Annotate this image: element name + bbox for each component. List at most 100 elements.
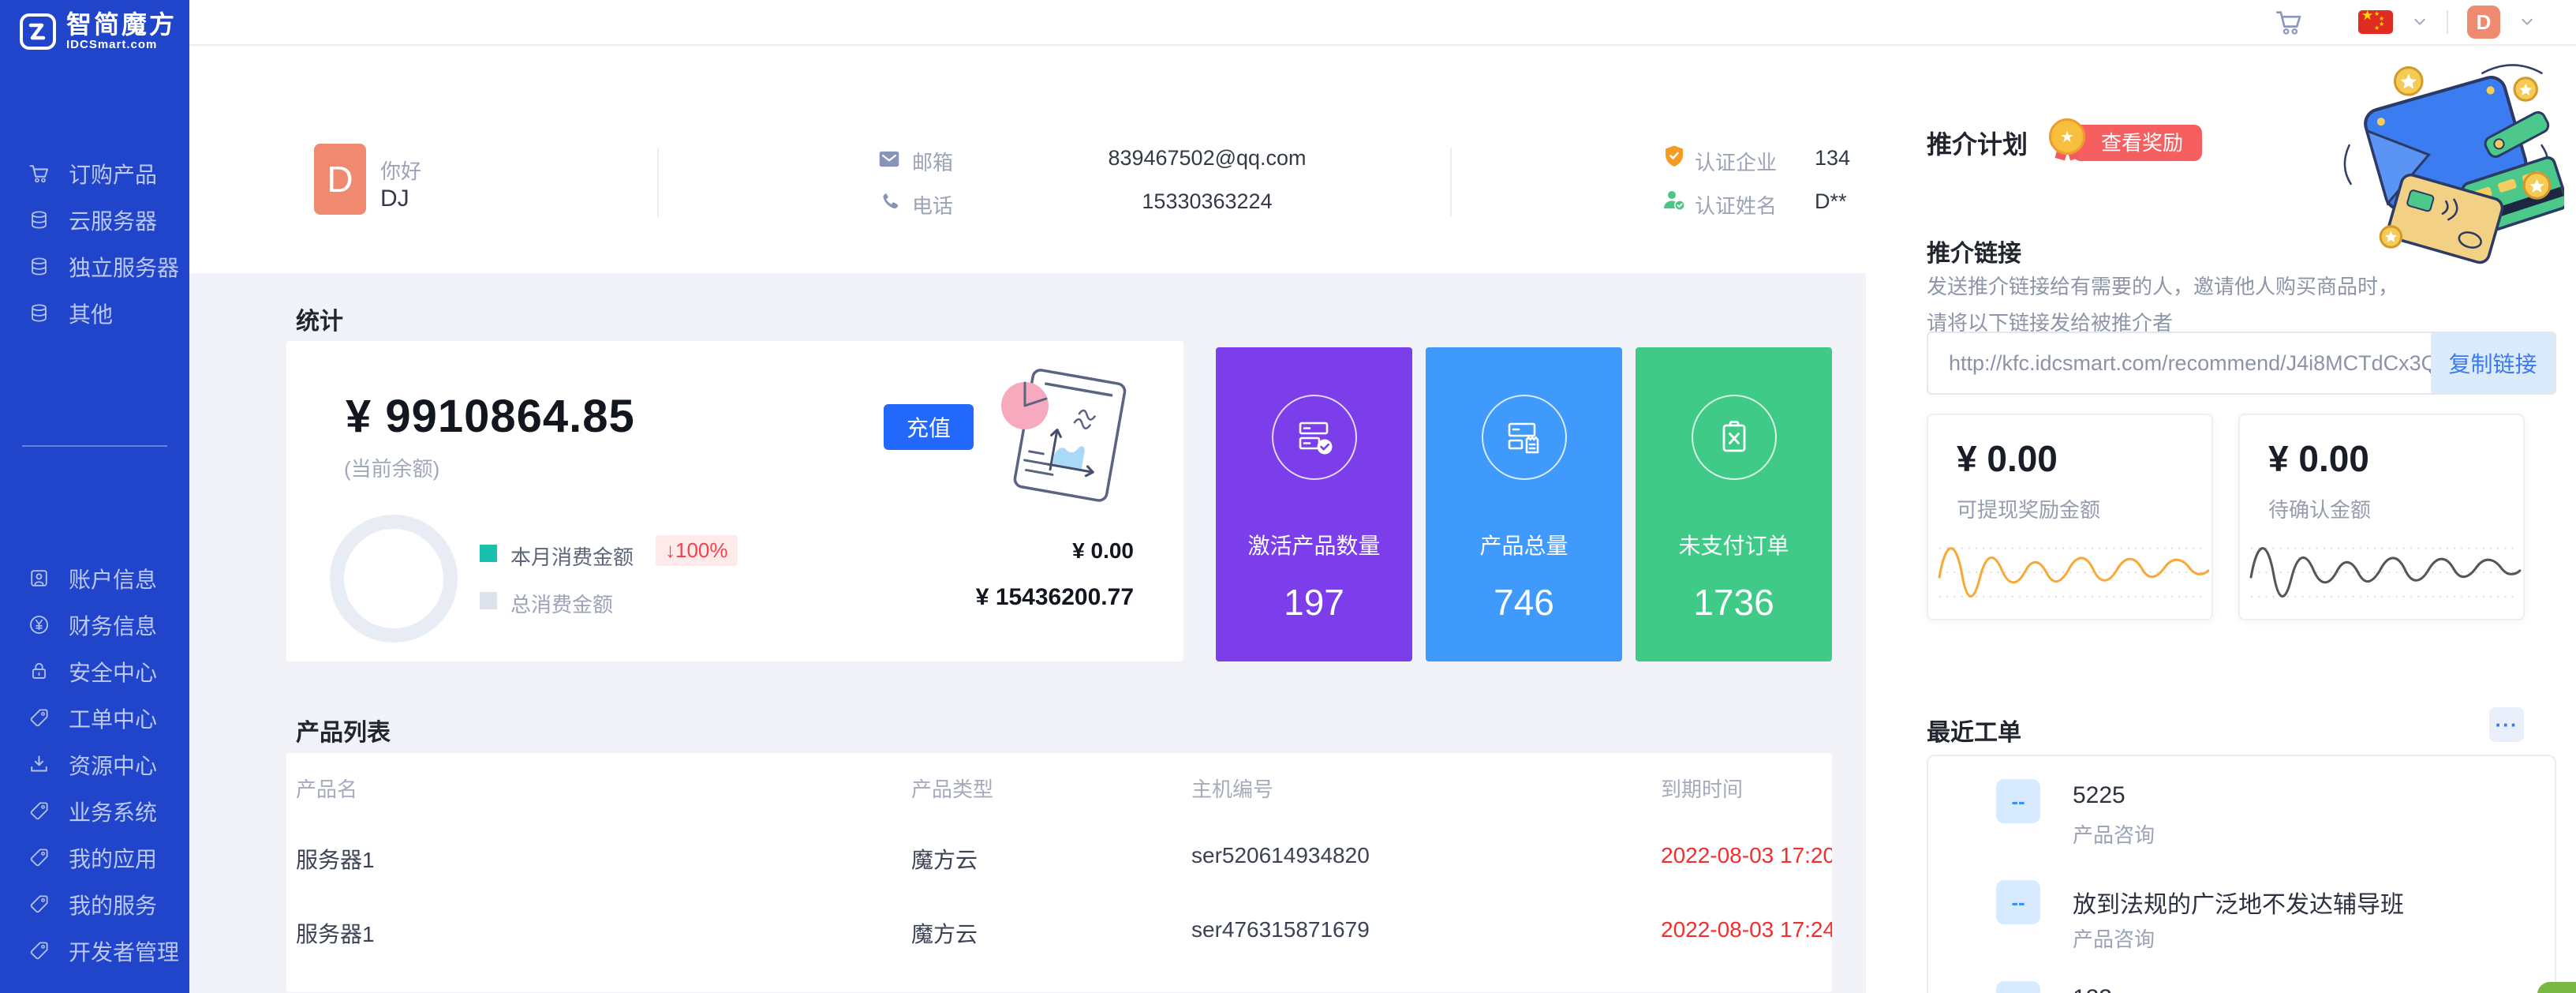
consumption-donut-chart <box>330 515 458 643</box>
referral-description-line: 发送推介链接给有需要的人，邀请他人购买商品时， <box>1927 268 2398 305</box>
lock-icon <box>28 661 50 682</box>
dashboard-page: 智简魔方 IDCSmart.com 订购产品 云服务器 独立服务器 其他 <box>0 0 2576 993</box>
sidebar-item-label: 资源中心 <box>69 749 157 781</box>
user-name: DJ <box>380 185 409 212</box>
reward-amount: ¥ 0.00 <box>1957 437 2058 480</box>
column-header-name: 产品名 <box>296 774 357 803</box>
sidebar-item-label: 云服务器 <box>69 204 157 236</box>
finance-icon <box>28 614 50 635</box>
brand-text: 智简魔方 IDCSmart.com <box>66 11 177 51</box>
tag-icon <box>28 800 50 822</box>
user-greeting: 你好 <box>380 156 421 185</box>
sidebar-item-order-product[interactable]: 订购产品 <box>0 150 189 197</box>
ticket-category: 产品咨询 <box>2073 924 2155 953</box>
topbar-divider <box>2447 10 2448 34</box>
chevron-down-icon[interactable] <box>2519 14 2535 30</box>
sidebar-item-finance-info[interactable]: 财务信息 <box>0 601 189 648</box>
legend-label-month: 本月消费金额 <box>510 541 634 571</box>
referral-link-title: 推介链接 <box>1927 234 2021 268</box>
report-illustration <box>974 365 1164 510</box>
wallet-illustration <box>2324 51 2564 275</box>
legend-label-total: 总消费金额 <box>510 589 613 618</box>
chat-float-button[interactable] <box>2537 982 2576 993</box>
flag-star-icon: ★ <box>2361 8 2373 24</box>
sidebar-item-developer-admin[interactable]: 开发者管理 <box>0 927 189 974</box>
sidebar-item-label: 其他 <box>69 298 113 329</box>
download-icon <box>28 754 50 775</box>
sidebar-item-my-apps[interactable]: 我的应用 <box>0 834 189 881</box>
sidebar: 智简魔方 IDCSmart.com 订购产品 云服务器 独立服务器 其他 <box>0 0 189 993</box>
cart-icon <box>28 163 50 184</box>
cert-name-label: 认证姓名 <box>1695 190 1777 219</box>
cell-product-type: 魔方云 <box>911 917 978 949</box>
cart-icon[interactable] <box>2275 8 2303 36</box>
sidebar-item-ticket-center[interactable]: 工单中心 <box>0 695 189 741</box>
referral-link-input[interactable]: http://kfc.idcsmart.com/recommend/J4i8MC… <box>1928 351 2431 376</box>
pending-label: 待确认金额 <box>2268 494 2371 523</box>
tickets-more-button[interactable]: ··· <box>2489 707 2524 742</box>
user-avatar[interactable]: D <box>314 144 366 215</box>
month-consumption-value: ¥ 0.00 <box>918 538 1134 564</box>
sidebar-item-other[interactable]: 其他 <box>0 290 189 336</box>
certified-name-person-icon <box>1662 187 1687 212</box>
referral-link-box: http://kfc.idcsmart.com/recommend/J4i8MC… <box>1927 332 2556 395</box>
column-header-host: 主机编号 <box>1191 774 1273 803</box>
medal-star: ★ <box>2049 118 2085 155</box>
stat-card-unpaid-orders[interactable]: 未支付订单 1736 <box>1636 347 1832 661</box>
trend-down-badge: ↓100% <box>656 535 738 566</box>
sidebar-item-label: 财务信息 <box>69 609 157 641</box>
sidebar-item-my-services[interactable]: 我的服务 <box>0 881 189 927</box>
sidebar-item-label: 安全中心 <box>69 656 157 688</box>
withdrawable-reward-card: ¥ 0.00 可提现奖励金额 <box>1927 414 2213 620</box>
phone-value: 15330363224 <box>1041 189 1373 214</box>
view-rewards-button[interactable]: 查看奖励 <box>2073 125 2202 161</box>
sidebar-item-cloud-server[interactable]: 云服务器 <box>0 197 189 243</box>
brand-subtitle: IDCSmart.com <box>66 38 177 51</box>
referral-panel: 推介计划 ★ 查看奖励 <box>1866 46 2576 993</box>
cert-company-value: 134 <box>1815 146 1850 170</box>
column-header-type: 产品类型 <box>911 774 993 803</box>
sidebar-item-label: 独立服务器 <box>69 251 179 283</box>
tag-icon <box>28 940 50 961</box>
stat-card-ring <box>1482 395 1567 480</box>
ticket-badge: -- <box>1996 880 2040 924</box>
user-info-card: D 你好 DJ 邮箱 839467502@qq.com 电话 153303632… <box>189 46 1866 273</box>
stat-card-ring <box>1272 395 1357 480</box>
sidebar-divider <box>22 445 167 447</box>
chevron-down-icon[interactable] <box>2412 14 2428 30</box>
pending-sparkline-chart <box>2248 530 2522 611</box>
referral-description: 发送推介链接给有需要的人，邀请他人购买商品时， 请将以下链接发给被推介者 <box>1927 268 2398 341</box>
sidebar-item-business-system[interactable]: 业务系统 <box>0 788 189 834</box>
stat-card-active-products[interactable]: 激活产品数量 197 <box>1216 347 1412 661</box>
sidebar-item-security-center[interactable]: 安全中心 <box>0 648 189 695</box>
ticket-category: 产品咨询 <box>2073 819 2155 849</box>
database-icon <box>28 256 50 277</box>
database-icon <box>28 209 50 230</box>
balance-card: ¥ 9910864.85 充值 (当前余额) 本月消费金额 ↓1 <box>286 341 1183 661</box>
total-consumption-value: ¥ 15436200.77 <box>870 584 1134 611</box>
pending-amount-card: ¥ 0.00 待确认金额 <box>2238 414 2525 620</box>
cell-product-type: 魔方云 <box>911 843 978 875</box>
stat-card-total-products[interactable]: 产品总量 746 <box>1426 347 1622 661</box>
ticket-title: 123 <box>2073 985 2112 993</box>
reward-label: 可提现奖励金额 <box>1957 494 2100 523</box>
balance-note: (当前余额) <box>344 453 439 482</box>
sidebar-item-resource-center[interactable]: 资源中心 <box>0 741 189 788</box>
database-icon <box>28 302 50 324</box>
recharge-button[interactable]: 充值 <box>884 404 974 450</box>
brand-logo[interactable]: 智简魔方 IDCSmart.com <box>19 11 177 51</box>
cell-product-name: 服务器1 <box>296 843 375 875</box>
language-flag-china[interactable]: ★ ★ ★ ★ ★ <box>2358 10 2393 34</box>
cell-expiry-time: 2022-08-03 17:24 <box>1661 917 1832 942</box>
sidebar-item-account-info[interactable]: 账户信息 <box>0 555 189 601</box>
cell-host-id: ser520614934820 <box>1191 843 1370 868</box>
sidebar-item-label: 工单中心 <box>69 703 157 734</box>
tag-icon <box>28 847 50 868</box>
cert-name-value: D** <box>1815 189 1847 214</box>
legend-swatch-total <box>480 592 497 609</box>
copy-link-button[interactable]: 复制链接 <box>2431 333 2555 393</box>
avatar[interactable]: D <box>2467 6 2500 39</box>
certified-company-shield-icon <box>1662 144 1687 169</box>
sidebar-item-dedicated-server[interactable]: 独立服务器 <box>0 243 189 290</box>
ticket-title: 放到法规的广泛地不发达辅导班 <box>2073 885 2404 920</box>
